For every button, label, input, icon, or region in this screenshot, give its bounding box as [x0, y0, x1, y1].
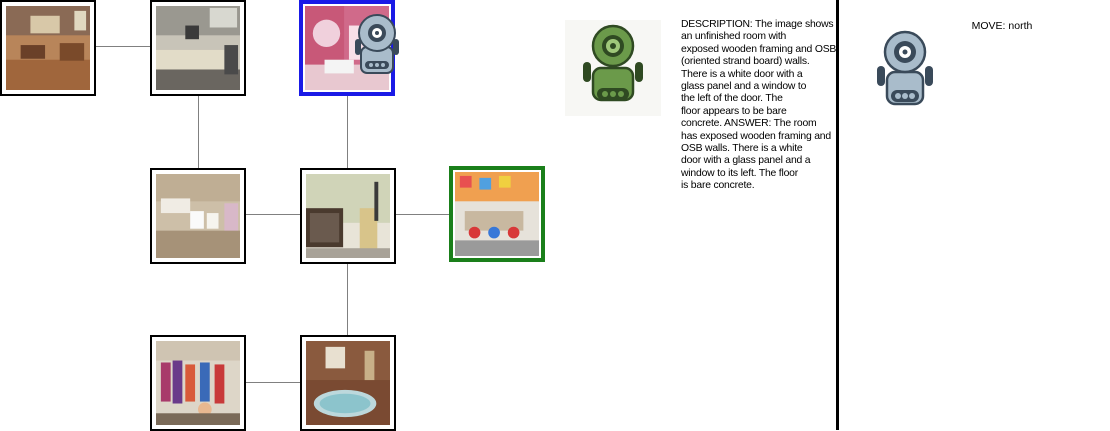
- room-photo-nursery: [306, 174, 390, 258]
- map-node-bathroom[interactable]: [150, 168, 246, 264]
- map-edge: [347, 94, 348, 170]
- move-label: MOVE: north: [971, 20, 1033, 32]
- map-edge: [347, 262, 348, 336]
- map-edge: [198, 94, 199, 170]
- agent-robot-icon: [349, 13, 405, 77]
- map-node-office[interactable]: [150, 0, 246, 96]
- answer-robot-icon: [579, 24, 647, 106]
- room-photo-classroom: [455, 172, 539, 256]
- move-robot-icon: [873, 30, 937, 108]
- panel-divider: [836, 0, 839, 430]
- room-photo-kitchen: [6, 6, 90, 90]
- map-node-nursery[interactable]: [300, 168, 396, 264]
- room-photo-pool: [306, 341, 390, 425]
- map-edge: [94, 46, 152, 47]
- map-node-classroom[interactable]: [449, 166, 545, 262]
- room-photo-bathroom: [156, 174, 240, 258]
- room-photo-mudroom: [156, 341, 240, 425]
- map-node-pool[interactable]: [300, 335, 396, 431]
- map-edge: [395, 214, 451, 215]
- map-node-mudroom[interactable]: [150, 335, 246, 431]
- description-text: DESCRIPTION: The image shows an unfinish…: [681, 19, 837, 192]
- map-edge: [244, 214, 302, 215]
- map-node-kitchen[interactable]: [0, 0, 96, 96]
- map-edge: [244, 382, 302, 383]
- room-photo-office: [156, 6, 240, 90]
